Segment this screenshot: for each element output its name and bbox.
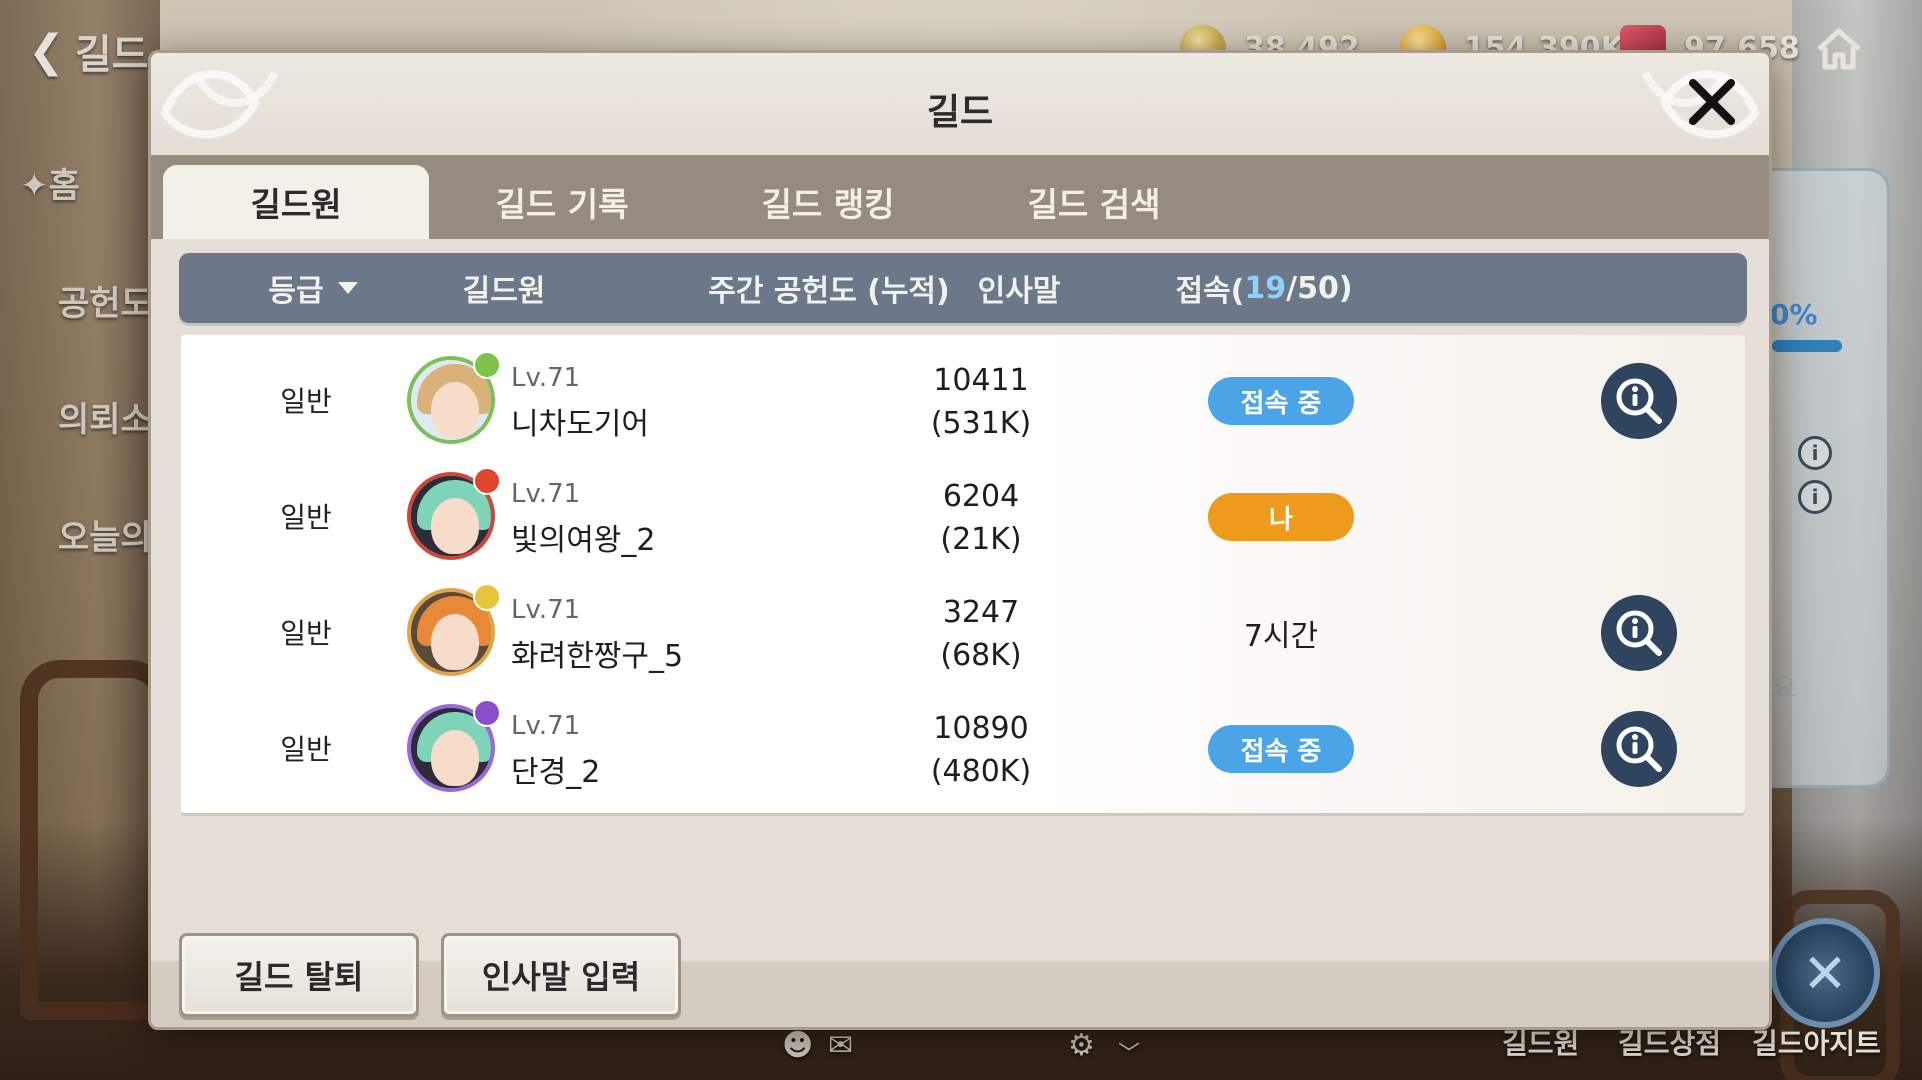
magnifier-info-icon [1616,378,1662,424]
table-row[interactable]: 일반 Lv.71 빛의여왕_2 6204 (21K) 나 [181,451,1745,581]
element-badge-icon [473,699,501,727]
member-name: 단경_2 [511,755,601,790]
dialog-title: 길드 [926,92,994,133]
chat-icon[interactable]: ✉ [828,1028,853,1063]
tab-members[interactable]: 길드원 [163,165,429,239]
member-level: Lv.71 [511,363,581,393]
column-member: 길드원 [462,274,546,309]
background-progress-bar [1772,340,1842,352]
tab-guild-log[interactable]: 길드 기록 [429,165,695,239]
background-text: 요 [1772,674,1796,704]
member-grade: 일반 [280,617,332,650]
total-contribution: (68K) [940,638,1022,673]
last-login-time: 7시간 [1243,619,1319,654]
home-icon [1817,28,1861,70]
greeting-input-button[interactable]: 인사말 입력 [441,933,681,1017]
element-badge-icon [473,467,501,495]
back-button[interactable]: ❮ 길드 [28,22,148,80]
table-header: 등급 길드원 주간 공헌도 (누적) 인사말 접속(19/50) [179,253,1747,323]
status-badge: 접속 중 [1208,377,1354,425]
member-contribution: 3247 (68K) [861,591,1101,677]
weekly-contribution: 10890 [933,711,1029,746]
weekly-contribution: 6204 [942,479,1020,514]
tab-bar: 길드원 길드 기록 길드 랭킹 길드 검색 [151,155,1769,239]
leave-guild-button[interactable]: 길드 탈퇴 [179,933,419,1017]
table-row[interactable]: 일반 Lv.71 니차도기어 10411 (531K) 접속 중 [181,335,1745,465]
member-name: 화려한짱구_5 [511,639,684,674]
table-row[interactable]: 일반 Lv.71 단경_2 10890 (480K) 접속 중 [181,683,1745,813]
close-icon [1689,79,1735,125]
close-button[interactable] [1677,67,1747,137]
member-contribution: 6204 (21K) [861,475,1101,561]
status-badge: 나 [1208,493,1354,541]
member-level: Lv.71 [511,479,581,509]
column-access: 접속(19/50) [1175,270,1353,310]
sidebar-item-requests[interactable]: 의뢰소 [58,392,152,441]
info-icon[interactable]: i [1798,436,1832,470]
total-contribution: (531K) [930,406,1032,441]
nav-guild-hideout[interactable]: 길드아지트 [1752,1022,1881,1062]
member-name: 니차도기어 [511,407,649,442]
emote-icon[interactable]: ☻ [782,1028,813,1063]
weekly-contribution: 10411 [933,363,1029,398]
member-detail-button[interactable] [1601,711,1677,787]
guild-emblem-icon[interactable]: ✕ [1770,918,1880,1028]
gear-icon[interactable]: ⚙ [1068,1028,1095,1063]
sidebar-item-home[interactable]: ✦홈 [20,158,80,207]
sidebar-item-today[interactable]: 오늘의 [58,510,152,559]
home-button[interactable] [1812,22,1866,76]
status-badge: 접속 중 [1208,725,1354,773]
total-contribution: (480K) [930,754,1032,789]
element-badge-icon [473,351,501,379]
online-count: 19 [1244,270,1287,306]
member-grade: 일반 [280,733,332,766]
weekly-contribution: 3247 [942,595,1020,630]
column-grade-sort[interactable]: 등급 [229,253,399,323]
table-row[interactable]: 일반 Lv.71 화려한짱구_5 3247 (68K) 7시간 [181,567,1745,697]
total-contribution: (21K) [940,522,1022,557]
member-level: Lv.71 [511,595,581,625]
member-grade: 일반 [280,501,332,534]
column-grade: 등급 [268,274,324,309]
back-arrow-icon: ❮ [28,25,65,77]
element-badge-icon [473,583,501,611]
member-grade: 일반 [280,385,332,418]
back-label: 길드 [74,32,149,78]
member-level: Lv.71 [511,711,581,741]
member-name: 빛의여왕_2 [511,523,656,558]
guild-dialog: 길드 길드원 길드 기록 길드 랭킹 길드 검색 등급 길드원 주간 공헌도 (… [148,50,1772,1030]
member-detail-button[interactable] [1601,595,1677,671]
magnifier-info-icon [1616,610,1662,656]
tab-guild-search[interactable]: 길드 검색 [961,165,1227,239]
member-contribution: 10411 (531K) [861,359,1101,445]
sort-down-icon [337,282,358,294]
column-greeting: 인사말 [977,274,1061,309]
tab-guild-ranking[interactable]: 길드 랭킹 [695,165,961,239]
dialog-header: 길드 [151,53,1769,155]
info-icon[interactable]: i [1798,480,1832,514]
member-detail-button[interactable] [1601,363,1677,439]
member-contribution: 10890 (480K) [861,707,1101,793]
magnifier-info-icon [1616,726,1662,772]
chevron-down-icon[interactable]: ﹀ [1118,1036,1140,1068]
background-percent: 0% [1770,298,1818,331]
sidebar-item-contribution[interactable]: 공헌도 [58,276,152,325]
